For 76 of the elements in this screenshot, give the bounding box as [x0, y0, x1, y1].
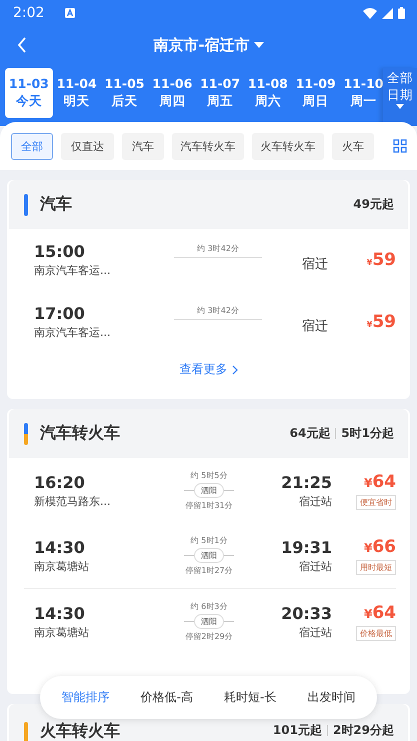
- transfer-city: 泗阳: [194, 483, 224, 498]
- sort-option[interactable]: 智能排序: [62, 689, 110, 706]
- caret-icon[interactable]: [254, 42, 264, 48]
- section-summary: 64元起: [290, 425, 330, 442]
- station-name: 南京葛塘站: [34, 624, 90, 640]
- chevron-right-icon[interactable]: [232, 364, 238, 374]
- section-title: 汽车: [40, 194, 72, 215]
- notification-icon: [65, 8, 76, 18]
- section-title: 火车转火车: [40, 722, 120, 739]
- section-title: 汽车转火车: [40, 423, 120, 444]
- duration-text: 约 3时42分: [197, 305, 239, 316]
- sort-option[interactable]: 出发时间: [307, 689, 356, 706]
- depart-time: 14:30: [34, 538, 86, 556]
- battery-icon: [398, 7, 405, 19]
- date-tab[interactable]: 11-04 明天: [52, 68, 101, 118]
- arrive-time: 21:25: [281, 472, 332, 492]
- arrival-city: 宿迁: [302, 256, 328, 273]
- price-text: ¥59: [366, 312, 396, 332]
- date-tab[interactable]: 11-05 后天: [100, 68, 148, 118]
- price-text: ¥64: [364, 602, 396, 622]
- section-summary: 5时1分起: [341, 425, 394, 442]
- filter-chip[interactable]: 火车: [332, 132, 374, 160]
- station-name: 新模范马路东...: [34, 494, 112, 508]
- date-tab[interactable]: 11-10 周一: [340, 68, 383, 118]
- date-tab[interactable]: 11-06 周四: [148, 68, 196, 118]
- station-name: 宿迁站: [299, 494, 332, 508]
- sort-option[interactable]: 耗时短-长: [224, 689, 276, 706]
- duration-text: 约 5时5分: [190, 470, 228, 481]
- filter-chip[interactable]: 全部: [11, 132, 53, 160]
- price-text: ¥66: [364, 536, 396, 556]
- date-tab[interactable]: 11-03 今天: [5, 68, 53, 118]
- arrive-time: 19:31: [281, 538, 332, 556]
- depart-time: 16:20: [34, 472, 86, 492]
- stopover-text: 停留2时29分: [185, 631, 233, 642]
- arrival-city: 宿迁: [302, 318, 328, 335]
- route-tag: 便宜省时: [356, 494, 396, 510]
- duration-text: 约 6时3分: [190, 601, 228, 612]
- stopover-text: 停留1时27分: [185, 565, 233, 576]
- wifi-icon: [363, 8, 377, 18]
- caret-icon[interactable]: [396, 104, 404, 109]
- filter-chip[interactable]: 火车转火车: [252, 132, 324, 160]
- station-name: 南京汽车客运...: [34, 325, 112, 340]
- station-name: 宿迁站: [299, 558, 332, 574]
- transfer-city: 泗阳: [194, 614, 224, 629]
- route-title[interactable]: 南京市-宿迁市: [153, 36, 250, 54]
- section-summary: 2时29分起: [332, 722, 394, 739]
- filter-chip[interactable]: 仅直达: [61, 132, 114, 160]
- price-text: ¥59: [366, 250, 396, 270]
- station-name: 宿迁站: [299, 624, 332, 640]
- duration-text: 约 5时1分: [190, 535, 228, 546]
- back-icon[interactable]: [17, 36, 27, 54]
- depart-time: 15:00: [34, 242, 86, 261]
- filter-chip[interactable]: 汽车: [122, 132, 164, 160]
- arrive-time: 20:33: [281, 604, 332, 622]
- signal-icon: [382, 8, 393, 18]
- date-tab[interactable]: 11-09 周日: [292, 68, 340, 118]
- duration-text: 约 3时42分: [197, 243, 239, 254]
- filter-chip[interactable]: 汽车转火车: [172, 132, 244, 160]
- route-tag: 价格最低: [356, 626, 396, 640]
- section-summary: 101元起: [272, 722, 322, 739]
- station-name: 南京汽车客运...: [34, 263, 112, 278]
- stopover-text: 停留1时31分: [185, 500, 233, 511]
- section-summary: 49元起: [353, 196, 394, 213]
- date-tab[interactable]: 11-07 周五: [196, 68, 244, 118]
- grid-icon[interactable]: [393, 139, 407, 153]
- route-tag: 用时最短: [356, 560, 396, 574]
- all-dates-button[interactable]: 全部 日期: [383, 68, 417, 126]
- transfer-city: 泗阳: [194, 548, 224, 563]
- station-name: 南京葛塘站: [34, 558, 90, 574]
- depart-time: 17:00: [34, 304, 86, 323]
- price-text: ¥64: [364, 472, 396, 492]
- status-time: 2:02: [13, 5, 44, 21]
- depart-time: 14:30: [34, 604, 86, 622]
- date-tab[interactable]: 11-08 周六: [244, 68, 292, 118]
- sort-option[interactable]: 价格低-高: [140, 689, 193, 706]
- see-more-link[interactable]: 查看更多: [180, 361, 238, 378]
